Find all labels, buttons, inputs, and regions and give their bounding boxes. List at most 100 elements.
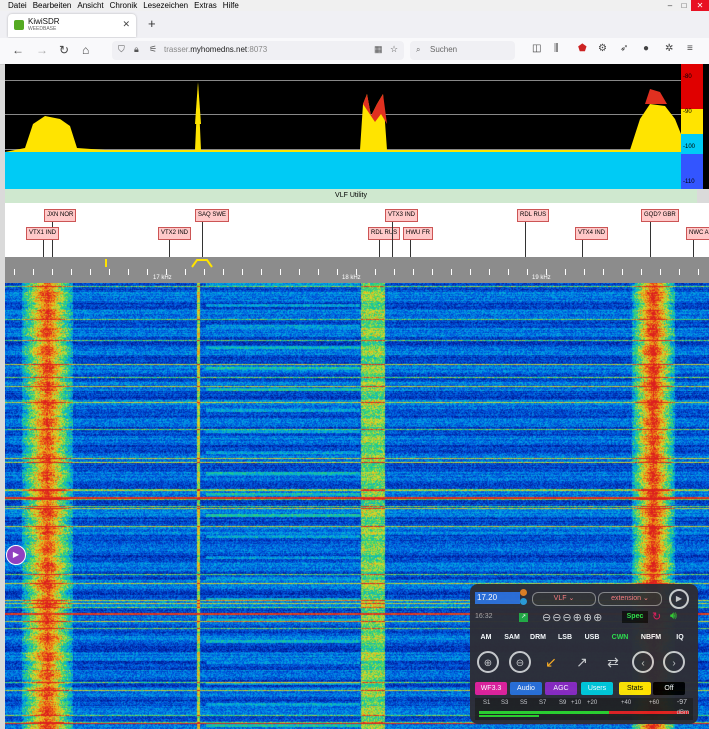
mode-drm-button[interactable]: DRM: [527, 632, 549, 643]
tab-close-icon[interactable]: ✕: [122, 19, 130, 30]
zoom-out-icon[interactable]: ⊖: [509, 651, 531, 673]
swap-icon[interactable]: ⇄: [602, 651, 624, 673]
station-tick: [525, 221, 526, 257]
hamburger-menu-icon[interactable]: ≡: [687, 43, 693, 54]
extension-select[interactable]: extension ⌄: [598, 592, 662, 606]
frequency-input[interactable]: 17.20: [475, 592, 520, 604]
ublock-icon[interactable]: ⬟: [578, 43, 587, 54]
extension-gear-icon[interactable]: ⚙: [598, 43, 607, 54]
control-panel: 17.20 VLF ⌄ extension ⌄ ▶ 16:32 ↗ ⊖⊖⊖⊕⊕⊕…: [470, 584, 698, 724]
ruler-tick: [622, 269, 623, 275]
mode-nbfm-button[interactable]: NBFM: [637, 632, 665, 643]
shield-icon[interactable]: ⛉: [118, 44, 125, 55]
maximize-icon[interactable]: □: [677, 0, 691, 11]
freq-down-icon[interactable]: [520, 598, 527, 605]
lock-icon[interactable]: 🔒︎: [134, 44, 139, 55]
menu-lesezeichen[interactable]: Lesezeichen: [143, 1, 188, 10]
mode-sam-button[interactable]: SAM: [501, 632, 523, 643]
mode-usb-button[interactable]: USB: [581, 632, 603, 643]
zoom-steps-icon[interactable]: ⊖⊖⊖⊕⊕⊕: [542, 611, 603, 624]
zoom-in-arrows-icon[interactable]: ↙: [540, 651, 562, 673]
ruler-tick: [584, 269, 585, 275]
extension-cookie-icon[interactable]: ●: [643, 43, 649, 54]
back-icon[interactable]: ←: [12, 43, 24, 57]
play-icon[interactable]: ▶: [669, 589, 689, 609]
close-window-icon[interactable]: ✕: [691, 0, 709, 11]
station-label[interactable]: VTX3 IND: [385, 209, 419, 222]
panel-agc-button[interactable]: AGC: [545, 682, 577, 695]
station-label[interactable]: HWU FR: [403, 227, 433, 240]
ruler-tick: [337, 269, 338, 275]
url-bar[interactable]: ⛉ 🔒︎ ⚟ trasser.myhomedns.net:8073 ▦ ☆: [112, 41, 404, 60]
mute-icon[interactable]: ↻: [652, 610, 661, 623]
panel-toggle-icon[interactable]: ▶: [6, 545, 26, 565]
pocket-icon[interactable]: ◫: [532, 43, 541, 54]
zoom-in-icon[interactable]: ⊕: [477, 651, 499, 673]
speaker-icon[interactable]: 🔊︎: [670, 610, 677, 623]
spectrum-trace: [5, 82, 681, 152]
ruler-tick: [413, 269, 414, 275]
station-label[interactable]: RDL RUS: [517, 209, 550, 222]
mode-cwn-button[interactable]: CWN: [609, 632, 631, 643]
spectrum-display[interactable]: -80 -90 -100 -110: [5, 64, 709, 189]
mode-lsb-button[interactable]: LSB: [554, 632, 576, 643]
station-label[interactable]: VTX1 IND: [26, 227, 60, 240]
station-label[interactable]: VTX2 IND: [158, 227, 192, 240]
bookmark-star-icon[interactable]: ☆: [390, 44, 398, 55]
ruler-tick: [394, 269, 395, 275]
page-right-icon[interactable]: ›: [663, 651, 685, 673]
extensions-icon[interactable]: ✲: [665, 43, 673, 54]
mode-iq-button[interactable]: IQ: [669, 632, 691, 643]
minimize-icon[interactable]: –: [663, 0, 677, 11]
dbm-scale: -80 -90 -100 -110: [681, 64, 703, 189]
library-icon[interactable]: ⫼: [554, 43, 559, 54]
station-label[interactable]: RDL RUS: [368, 227, 401, 240]
reload-icon[interactable]: ↻: [59, 43, 69, 57]
station-label[interactable]: VTX4 IND: [575, 227, 609, 240]
menu-extras[interactable]: Extras: [194, 1, 217, 10]
tab-kiwisdr[interactable]: KiwiSDR WEEDBASE ✕: [8, 14, 136, 37]
panel-users-button[interactable]: Users: [581, 682, 613, 695]
extension-bird-icon[interactable]: ➶: [620, 43, 628, 54]
panel-audio-button[interactable]: Audio: [510, 682, 542, 695]
page-left-icon[interactable]: ‹: [632, 651, 654, 673]
station-label[interactable]: GQD? GBR: [641, 209, 679, 222]
freq-up-icon[interactable]: [520, 589, 527, 596]
nav-bar: ← → ↻ ⌂ ⛉ 🔒︎ ⚟ trasser.myhomedns.net:807…: [0, 38, 709, 65]
station-label[interactable]: JXN NOR: [44, 209, 77, 222]
ruler-tick: [641, 269, 642, 275]
menu-ansicht[interactable]: Ansicht: [77, 1, 103, 10]
station-tick: [650, 221, 651, 257]
smeter-label: +60: [649, 700, 660, 706]
dbm-value: -97: [676, 699, 687, 706]
mode-am-button[interactable]: AM: [475, 632, 497, 643]
forward-icon[interactable]: →: [36, 43, 48, 57]
grid-icon[interactable]: ▦: [374, 44, 383, 55]
spec-button[interactable]: Spec: [622, 611, 648, 623]
home-icon[interactable]: ⌂: [82, 43, 89, 57]
band-select[interactable]: VLF ⌄: [532, 592, 596, 606]
panel-off-button[interactable]: Off: [653, 682, 685, 695]
panel-wf33-button[interactable]: WF3.3: [475, 682, 507, 695]
band-bar[interactable]: VLF Utility: [5, 189, 697, 203]
menu-bearbeiten[interactable]: Bearbeiten: [33, 1, 72, 10]
frequency-ruler[interactable]: 17 kHz 18 kHz 19 kHz: [5, 257, 709, 283]
url-text: trasser.myhomedns.net:8073: [164, 45, 268, 54]
station-label[interactable]: NWC AUS: [686, 227, 709, 240]
new-tab-button[interactable]: +: [148, 16, 156, 31]
link-icon[interactable]: ↗: [519, 613, 528, 622]
ruler-tick: [698, 269, 699, 275]
panel-stats-button[interactable]: Stats: [619, 682, 651, 695]
station-label[interactable]: SAQ SWE: [195, 209, 230, 222]
search-input[interactable]: ⌕ Suchen: [410, 41, 515, 60]
window-controls: – □ ✕: [663, 0, 709, 11]
scale-label: -100: [683, 144, 696, 150]
menu-hilfe[interactable]: Hilfe: [223, 1, 239, 10]
ruler-tick: [223, 269, 224, 275]
passband-icon[interactable]: [191, 258, 213, 268]
station-tick: [392, 221, 393, 257]
menu-datei[interactable]: Datei: [8, 1, 27, 10]
permissions-icon[interactable]: ⚟: [149, 44, 157, 55]
zoom-out-arrows-icon[interactable]: ↗: [571, 651, 593, 673]
menu-chronik[interactable]: Chronik: [110, 1, 138, 10]
